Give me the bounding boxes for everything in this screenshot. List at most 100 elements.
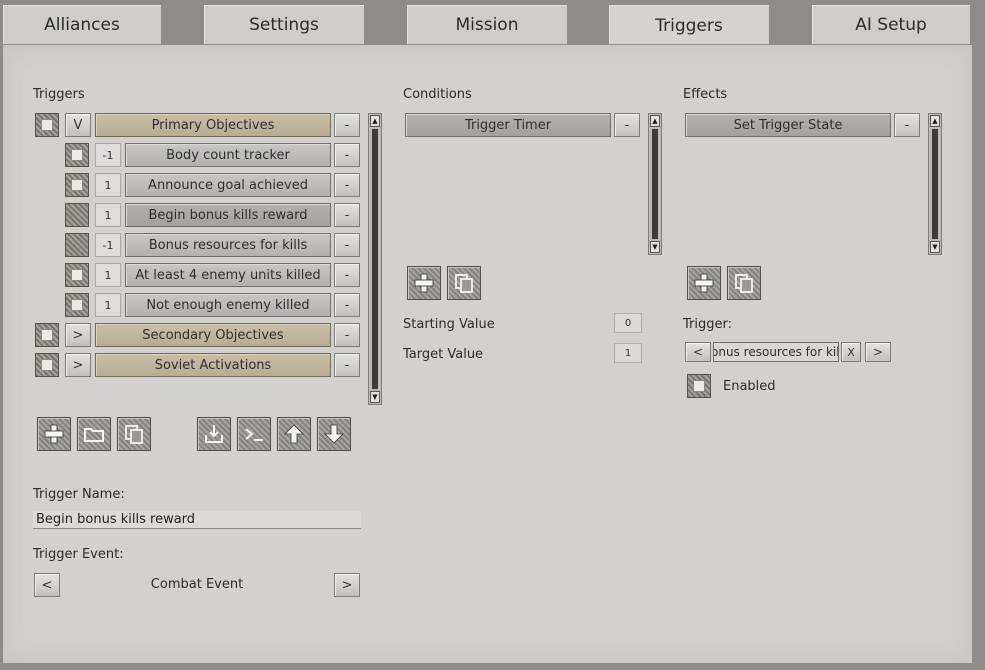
plus-icon bbox=[414, 273, 434, 293]
trigger-checkbox[interactable] bbox=[65, 263, 89, 287]
arrow-up-icon bbox=[284, 424, 304, 444]
effect-trigger-next-button[interactable]: > bbox=[865, 342, 891, 362]
trigger-value: 1 bbox=[95, 293, 121, 317]
group-checkbox[interactable] bbox=[35, 323, 59, 347]
effect-trigger-clear-button[interactable]: X bbox=[841, 342, 861, 362]
import-trigger-button[interactable] bbox=[197, 417, 231, 451]
starting-value-input[interactable]: 0 bbox=[614, 313, 642, 333]
plus-icon bbox=[44, 424, 64, 444]
scroll-down-icon[interactable]: ▼ bbox=[930, 241, 940, 253]
remove-group-button[interactable]: - bbox=[334, 323, 360, 347]
group-expand-button[interactable]: > bbox=[65, 353, 91, 377]
effects-scrollbar[interactable]: ▲ ▼ bbox=[928, 113, 942, 255]
target-value-input[interactable]: 1 bbox=[614, 343, 642, 363]
remove-group-button[interactable]: - bbox=[334, 353, 360, 377]
arrow-down-icon bbox=[324, 424, 344, 444]
remove-trigger-button[interactable]: - bbox=[334, 263, 360, 287]
trigger-value: 1 bbox=[95, 263, 121, 287]
remove-group-button[interactable]: - bbox=[334, 113, 360, 137]
script-trigger-button[interactable] bbox=[237, 417, 271, 451]
trigger-group-secondary-objectives[interactable]: Secondary Objectives bbox=[95, 323, 331, 347]
scroll-down-icon[interactable]: ▼ bbox=[370, 391, 380, 403]
conditions-scrollbar[interactable]: ▲ ▼ bbox=[648, 113, 662, 255]
trigger-checkbox[interactable] bbox=[65, 203, 89, 227]
trigger-name-input[interactable]: Begin bonus kills reward bbox=[33, 511, 361, 529]
trigger-value: -1 bbox=[95, 143, 121, 167]
copy-icon bbox=[455, 274, 473, 293]
trigger-checkbox[interactable] bbox=[65, 143, 89, 167]
scroll-thumb[interactable] bbox=[932, 129, 938, 239]
condition-trigger-timer[interactable]: Trigger Timer bbox=[405, 113, 611, 137]
trigger-name-label: Trigger Name: bbox=[33, 487, 125, 502]
trigger-value: 1 bbox=[95, 203, 121, 227]
trigger-checkbox[interactable] bbox=[65, 293, 89, 317]
trigger-item-body-count-tracker[interactable]: Body count tracker bbox=[125, 143, 331, 167]
event-prev-button[interactable]: < bbox=[34, 573, 60, 597]
remove-trigger-button[interactable]: - bbox=[334, 173, 360, 197]
terminal-icon bbox=[245, 428, 263, 441]
enabled-checkbox[interactable] bbox=[687, 374, 711, 398]
tab-alliances[interactable]: Alliances bbox=[2, 4, 162, 44]
duplicate-condition-button[interactable] bbox=[447, 266, 481, 300]
import-icon bbox=[205, 425, 223, 443]
duplicate-effect-button[interactable] bbox=[727, 266, 761, 300]
target-value-label: Target Value bbox=[403, 347, 484, 362]
trigger-group-primary-objectives[interactable]: Primary Objectives bbox=[95, 113, 331, 137]
trigger-checkbox[interactable] bbox=[65, 233, 89, 257]
copy-icon bbox=[125, 425, 143, 444]
group-collapse-button[interactable]: V bbox=[65, 113, 91, 137]
folder-icon bbox=[84, 428, 104, 442]
triggers-heading: Triggers bbox=[33, 87, 85, 102]
copy-icon bbox=[735, 274, 753, 293]
event-next-button[interactable]: > bbox=[334, 573, 360, 597]
enabled-label: Enabled bbox=[723, 379, 776, 394]
scroll-up-icon[interactable]: ▲ bbox=[370, 115, 380, 127]
triggers-scrollbar[interactable]: ▲ ▼ bbox=[368, 113, 382, 405]
move-down-button[interactable] bbox=[317, 417, 351, 451]
conditions-heading: Conditions bbox=[403, 87, 472, 102]
group-checkbox[interactable] bbox=[35, 353, 59, 377]
tab-triggers[interactable]: Triggers bbox=[608, 4, 770, 46]
trigger-item-not-enough-killed[interactable]: Not enough enemy killed bbox=[125, 293, 331, 317]
trigger-item-enemy-units-killed[interactable]: At least 4 enemy units killed bbox=[125, 263, 331, 287]
remove-effect-button[interactable]: - bbox=[894, 113, 920, 137]
effect-set-trigger-state[interactable]: Set Trigger State bbox=[685, 113, 891, 137]
trigger-event-value: Combat Event bbox=[150, 577, 244, 592]
triggers-panel: Triggers V Primary Objectives - -1 Body … bbox=[2, 44, 973, 664]
trigger-checkbox[interactable] bbox=[65, 173, 89, 197]
effect-trigger-label: Trigger: bbox=[683, 317, 732, 332]
scroll-thumb[interactable] bbox=[652, 129, 658, 239]
remove-condition-button[interactable]: - bbox=[614, 113, 640, 137]
plus-icon bbox=[694, 273, 714, 293]
scroll-up-icon[interactable]: ▲ bbox=[650, 115, 660, 127]
effect-trigger-value: Bonus resources for kills bbox=[713, 342, 839, 362]
add-folder-button[interactable] bbox=[77, 417, 111, 451]
tab-mission[interactable]: Mission bbox=[406, 4, 568, 44]
trigger-value: -1 bbox=[95, 233, 121, 257]
remove-trigger-button[interactable]: - bbox=[334, 143, 360, 167]
group-checkbox[interactable] bbox=[35, 113, 59, 137]
remove-trigger-button[interactable]: - bbox=[334, 203, 360, 227]
trigger-group-soviet-activations[interactable]: Soviet Activations bbox=[95, 353, 331, 377]
trigger-event-label: Trigger Event: bbox=[33, 547, 124, 562]
effect-trigger-prev-button[interactable]: < bbox=[685, 342, 711, 362]
group-expand-button[interactable]: > bbox=[65, 323, 91, 347]
trigger-item-begin-bonus-kills[interactable]: Begin bonus kills reward bbox=[125, 203, 331, 227]
trigger-item-announce-goal[interactable]: Announce goal achieved bbox=[125, 173, 331, 197]
scroll-down-icon[interactable]: ▼ bbox=[650, 241, 660, 253]
effects-heading: Effects bbox=[683, 87, 728, 102]
trigger-value: 1 bbox=[95, 173, 121, 197]
scroll-up-icon[interactable]: ▲ bbox=[930, 115, 940, 127]
trigger-item-bonus-resources[interactable]: Bonus resources for kills bbox=[125, 233, 331, 257]
tab-settings[interactable]: Settings bbox=[203, 4, 365, 44]
add-trigger-button[interactable] bbox=[37, 417, 71, 451]
duplicate-trigger-button[interactable] bbox=[117, 417, 151, 451]
add-condition-button[interactable] bbox=[407, 266, 441, 300]
add-effect-button[interactable] bbox=[687, 266, 721, 300]
starting-value-label: Starting Value bbox=[403, 317, 495, 332]
move-up-button[interactable] bbox=[277, 417, 311, 451]
scroll-thumb[interactable] bbox=[372, 129, 378, 389]
tab-ai-setup[interactable]: AI Setup bbox=[811, 4, 971, 44]
remove-trigger-button[interactable]: - bbox=[334, 233, 360, 257]
remove-trigger-button[interactable]: - bbox=[334, 293, 360, 317]
